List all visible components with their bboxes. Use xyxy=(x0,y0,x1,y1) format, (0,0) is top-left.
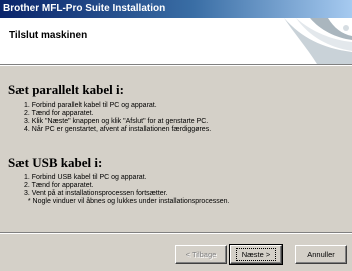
page-title: Tilslut maskinen xyxy=(9,30,88,41)
list-item: 3. Vent på at installationsprocessen for… xyxy=(24,190,168,197)
usb-section-title: Sæt USB kabel i: xyxy=(8,155,103,170)
list-item: 2. Tænd for apparatet. xyxy=(24,182,94,189)
wizard-content: Sæt parallelt kabel i: 1. Forbind parall… xyxy=(0,66,352,232)
list-item: 1. Forbind USB kabel til PC og apparat. xyxy=(24,174,147,181)
window-title: Brother MFL-Pro Suite Installation xyxy=(3,3,166,14)
cancel-button[interactable]: Annuller xyxy=(295,245,347,264)
list-item: * Nogle vinduer vil åbnes og lukkes unde… xyxy=(24,198,230,205)
list-item: 3. Klik "Næste" knappen og klik "Afslut"… xyxy=(24,118,209,125)
parallel-steps-list: 1. Forbind parallelt kabel til PC og app… xyxy=(24,102,211,134)
back-button[interactable]: < Tilbage xyxy=(175,245,227,264)
title-bar[interactable]: Brother MFL-Pro Suite Installation xyxy=(0,0,352,18)
installer-window: Brother MFL-Pro Suite Installation Tilsl… xyxy=(0,0,352,271)
parallel-section-title: Sæt parallelt kabel i: xyxy=(8,82,124,97)
installer-graphic-icon xyxy=(284,18,352,64)
wizard-header: Tilslut maskinen xyxy=(0,18,352,64)
next-button-label: Næste > xyxy=(235,248,277,261)
list-item: 1. Forbind parallelt kabel til PC og app… xyxy=(24,102,157,109)
list-item: 2. Tænd for apparatet. xyxy=(24,110,94,117)
footer-separator xyxy=(0,232,352,234)
next-button[interactable]: Næste > xyxy=(229,244,283,265)
back-button-label: < Tilbage xyxy=(185,250,217,259)
cancel-button-label: Annuller xyxy=(307,250,335,259)
usb-steps-list: 1. Forbind USB kabel til PC og apparat. … xyxy=(24,174,229,206)
list-item: 4. Når PC er genstartet, afvent af insta… xyxy=(24,126,212,133)
